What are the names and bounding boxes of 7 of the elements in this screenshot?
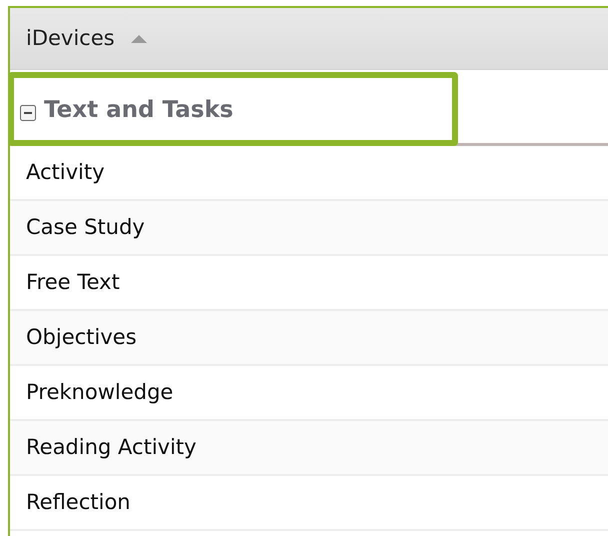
list-row[interactable]: Objectives [10,311,608,366]
column-title: iDevices [26,24,115,52]
list-row[interactable]: Case Study [10,201,608,256]
column-header[interactable]: iDevices [10,8,608,70]
list-row[interactable]: Reading Activity [10,421,608,476]
collapse-icon[interactable] [20,105,36,121]
group-title: Text and Tasks [44,96,234,124]
